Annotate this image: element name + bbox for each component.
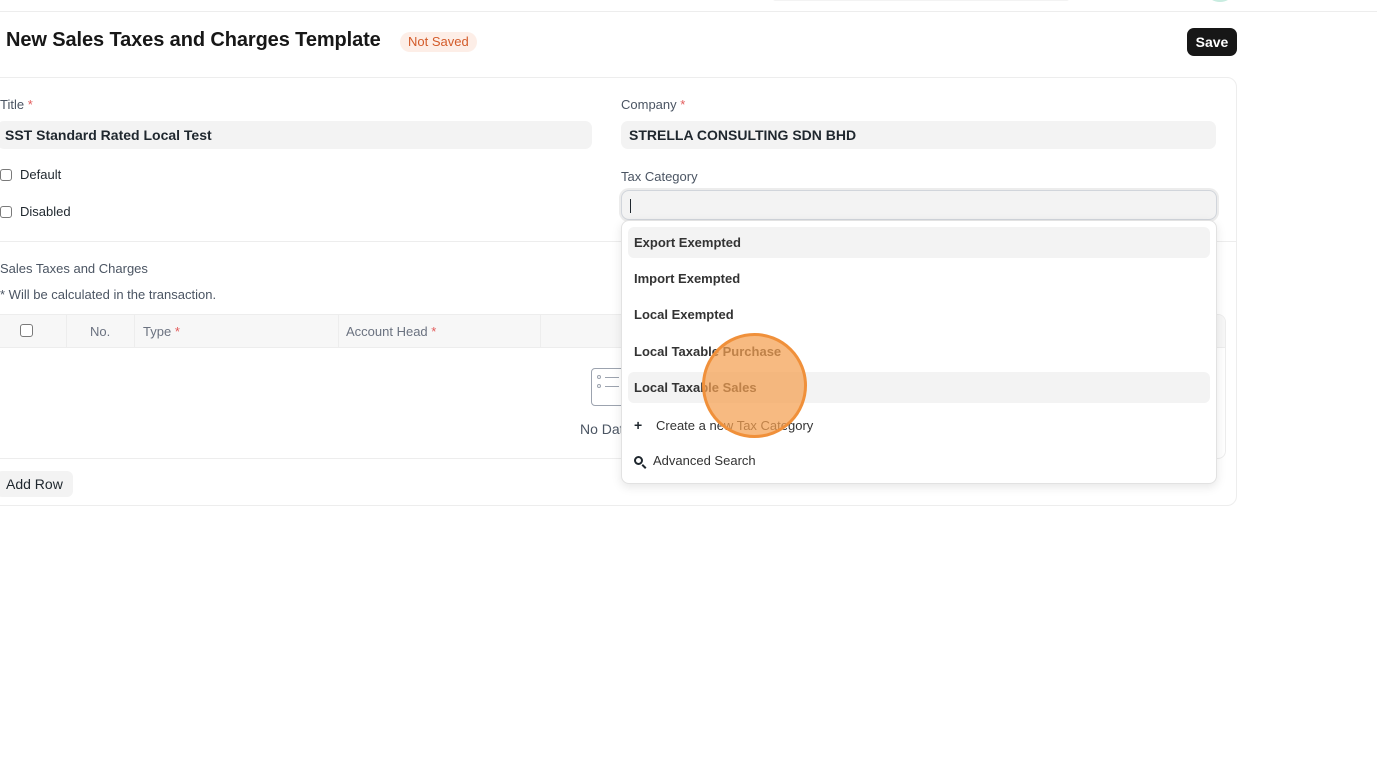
create-tax-category-label: Create a new Tax Category [656, 417, 814, 433]
required-mark: * [431, 324, 437, 339]
title-label: Title * [0, 97, 33, 112]
default-checkbox[interactable] [0, 168, 12, 181]
disabled-label: Disabled [20, 204, 71, 219]
advanced-search-option[interactable]: Advanced Search [634, 453, 756, 468]
taxes-section-label: Sales Taxes and Charges [0, 261, 148, 276]
status-badge: Not Saved [400, 32, 477, 52]
text-caret [630, 199, 631, 213]
disabled-checkbox[interactable] [0, 205, 12, 218]
select-all-checkbox[interactable] [20, 324, 33, 337]
empty-list-icon [591, 368, 625, 406]
dropdown-option[interactable]: Local Exempted [628, 299, 1210, 330]
avatar[interactable] [1208, 0, 1232, 2]
company-field[interactable]: STRELLA CONSULTING SDN BHD [621, 121, 1216, 149]
navbar-search-input[interactable] [772, 0, 1070, 1]
column-account-head: Account Head * [339, 315, 541, 348]
default-label: Default [20, 167, 62, 182]
dropdown-option[interactable]: Export Exempted [628, 227, 1210, 258]
dropdown-option[interactable]: Import Exempted [628, 263, 1210, 294]
taxes-note: * Will be calculated in the transaction. [0, 287, 217, 302]
advanced-search-label: Advanced Search [653, 453, 756, 468]
create-tax-category-option[interactable]: + Create a new Tax Category [634, 417, 813, 433]
plus-icon: + [634, 417, 643, 433]
save-button[interactable]: Save [1187, 28, 1237, 56]
default-checkbox-row[interactable]: Default [0, 167, 61, 182]
dropdown-option[interactable]: Local Taxable Sales [628, 372, 1210, 403]
select-all-cell [0, 315, 67, 348]
tax-category-dropdown: Export Exempted Import Exempted Local Ex… [621, 220, 1217, 484]
disabled-checkbox-row[interactable]: Disabled [0, 204, 71, 219]
top-navbar [0, 0, 1377, 12]
required-mark: * [174, 324, 180, 339]
required-mark: * [680, 97, 686, 112]
page-title: New Sales Taxes and Charges Template [6, 29, 381, 51]
add-row-button[interactable]: Add Row [0, 471, 73, 497]
required-mark: * [27, 97, 33, 112]
company-label: Company * [621, 97, 686, 112]
tax-category-label: Tax Category [621, 169, 698, 184]
search-icon [634, 456, 643, 465]
column-no: No. [67, 315, 135, 348]
tax-category-input[interactable] [621, 190, 1217, 220]
title-field[interactable]: SST Standard Rated Local Test [0, 121, 592, 149]
dropdown-option[interactable]: Local Taxable Purchase [628, 336, 1210, 367]
column-type: Type * [135, 315, 339, 348]
